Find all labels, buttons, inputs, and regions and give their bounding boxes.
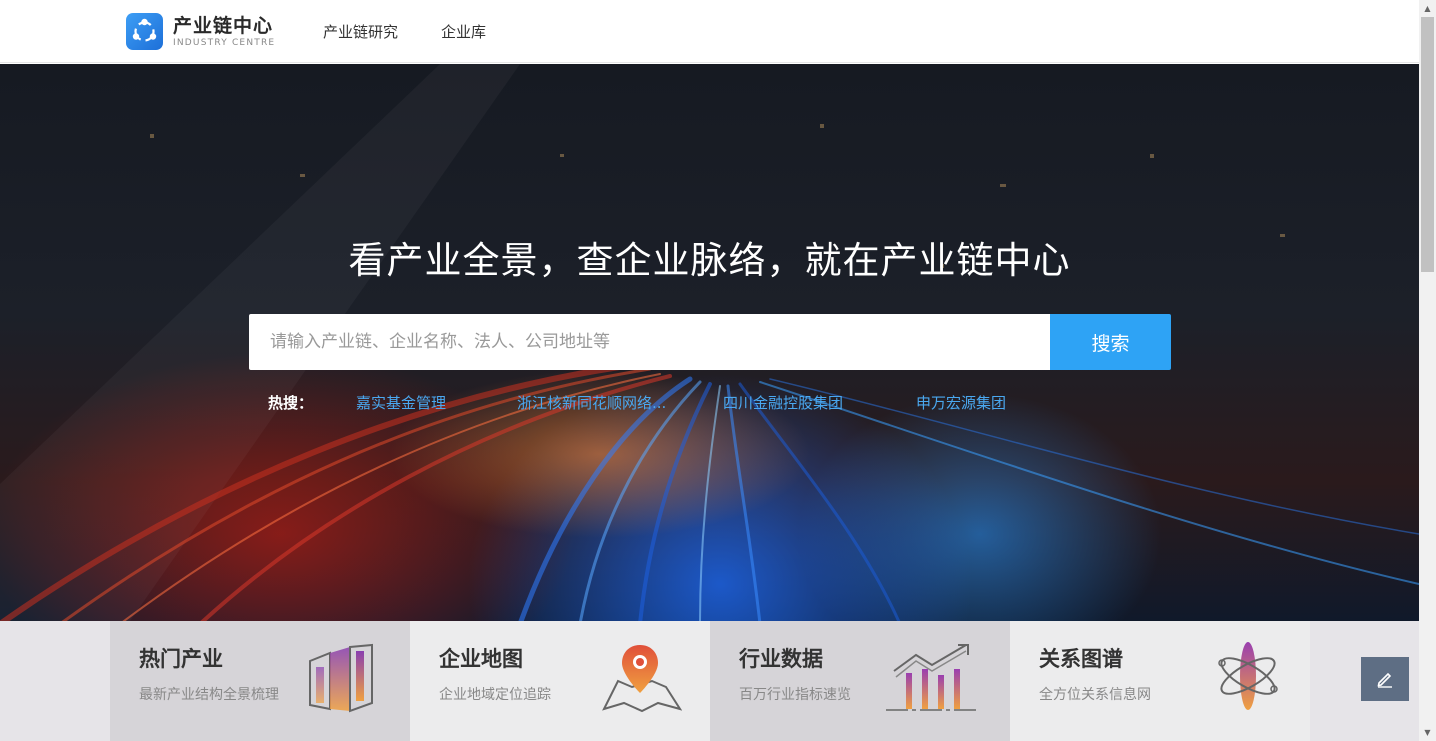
logo[interactable]: 产业链中心 INDUSTRY CENTRE <box>126 13 275 50</box>
card-title: 企业地图 <box>439 647 523 671</box>
hero-banner: 看产业全景，查企业脉络，就在产业链中心 搜索 热搜： 嘉实基金管理 浙江核新同花… <box>0 64 1419 621</box>
scroll-thumb[interactable] <box>1421 17 1434 272</box>
hero-title: 看产业全景，查企业脉络，就在产业链中心 <box>348 239 1071 282</box>
card-title: 热门产业 <box>139 647 223 671</box>
share-nodes-icon <box>126 13 163 50</box>
building-chart-icon <box>309 643 373 713</box>
hot-search-item[interactable]: 申万宏源集团 <box>916 392 1056 413</box>
card-description: 企业地域定位追踪 <box>439 687 551 703</box>
feedback-edit-button[interactable] <box>1361 657 1409 701</box>
logo-subtitle: INDUSTRY CENTRE <box>173 37 276 48</box>
card-description: 全方位关系信息网 <box>1039 687 1151 703</box>
pencil-icon <box>1377 672 1392 688</box>
nav-item-industry-research[interactable]: 产业链研究 <box>323 21 398 42</box>
card-industry-data[interactable]: 行业数据 百万行业指标速览 <box>710 621 1010 741</box>
card-relation-graph[interactable]: 关系图谱 全方位关系信息网 <box>1010 621 1310 741</box>
page-scrollbar[interactable]: ▲ ▼ <box>1419 0 1436 741</box>
hot-search-label: 热搜： <box>268 394 314 412</box>
hot-search: 热搜： 嘉实基金管理 浙江核新同花顺网络... 四川金融控股集团 申万宏源集团 <box>268 392 1056 413</box>
card-description: 百万行业指标速览 <box>739 687 851 703</box>
hot-search-item[interactable]: 四川金融控股集团 <box>723 392 916 413</box>
card-company-map[interactable]: 企业地图 企业地域定位追踪 <box>410 621 710 741</box>
growth-chart-icon <box>886 644 978 711</box>
card-hot-industry[interactable]: 热门产业 最新产业结构全景梳理 <box>110 621 410 741</box>
card-description: 最新产业结构全景梳理 <box>139 687 279 703</box>
scroll-down-arrow-icon[interactable]: ▼ <box>1419 724 1436 741</box>
search-button[interactable]: 搜索 <box>1050 314 1171 370</box>
top-header: 产业链中心 INDUSTRY CENTRE 产业链研究 企业库 <box>0 0 1419 63</box>
search-input[interactable] <box>249 314 1050 370</box>
search-bar: 搜索 <box>249 314 1171 370</box>
nav-item-company-library[interactable]: 企业库 <box>441 21 486 42</box>
card-title: 行业数据 <box>739 647 823 671</box>
atom-icon <box>1218 642 1278 710</box>
hot-search-item[interactable]: 浙江核新同花顺网络... <box>517 392 677 413</box>
logo-title: 产业链中心 <box>173 14 274 37</box>
feature-cards: 热门产业 最新产业结构全景梳理 企业地图 企业地域定位追踪 行业数据 百万行业指… <box>0 621 1419 741</box>
card-title: 关系图谱 <box>1039 647 1123 671</box>
map-pin-icon <box>602 645 682 713</box>
hot-search-item[interactable]: 嘉实基金管理 <box>356 392 517 413</box>
main-nav: 产业链研究 企业库 <box>323 0 529 63</box>
scroll-up-arrow-icon[interactable]: ▲ <box>1419 0 1436 17</box>
